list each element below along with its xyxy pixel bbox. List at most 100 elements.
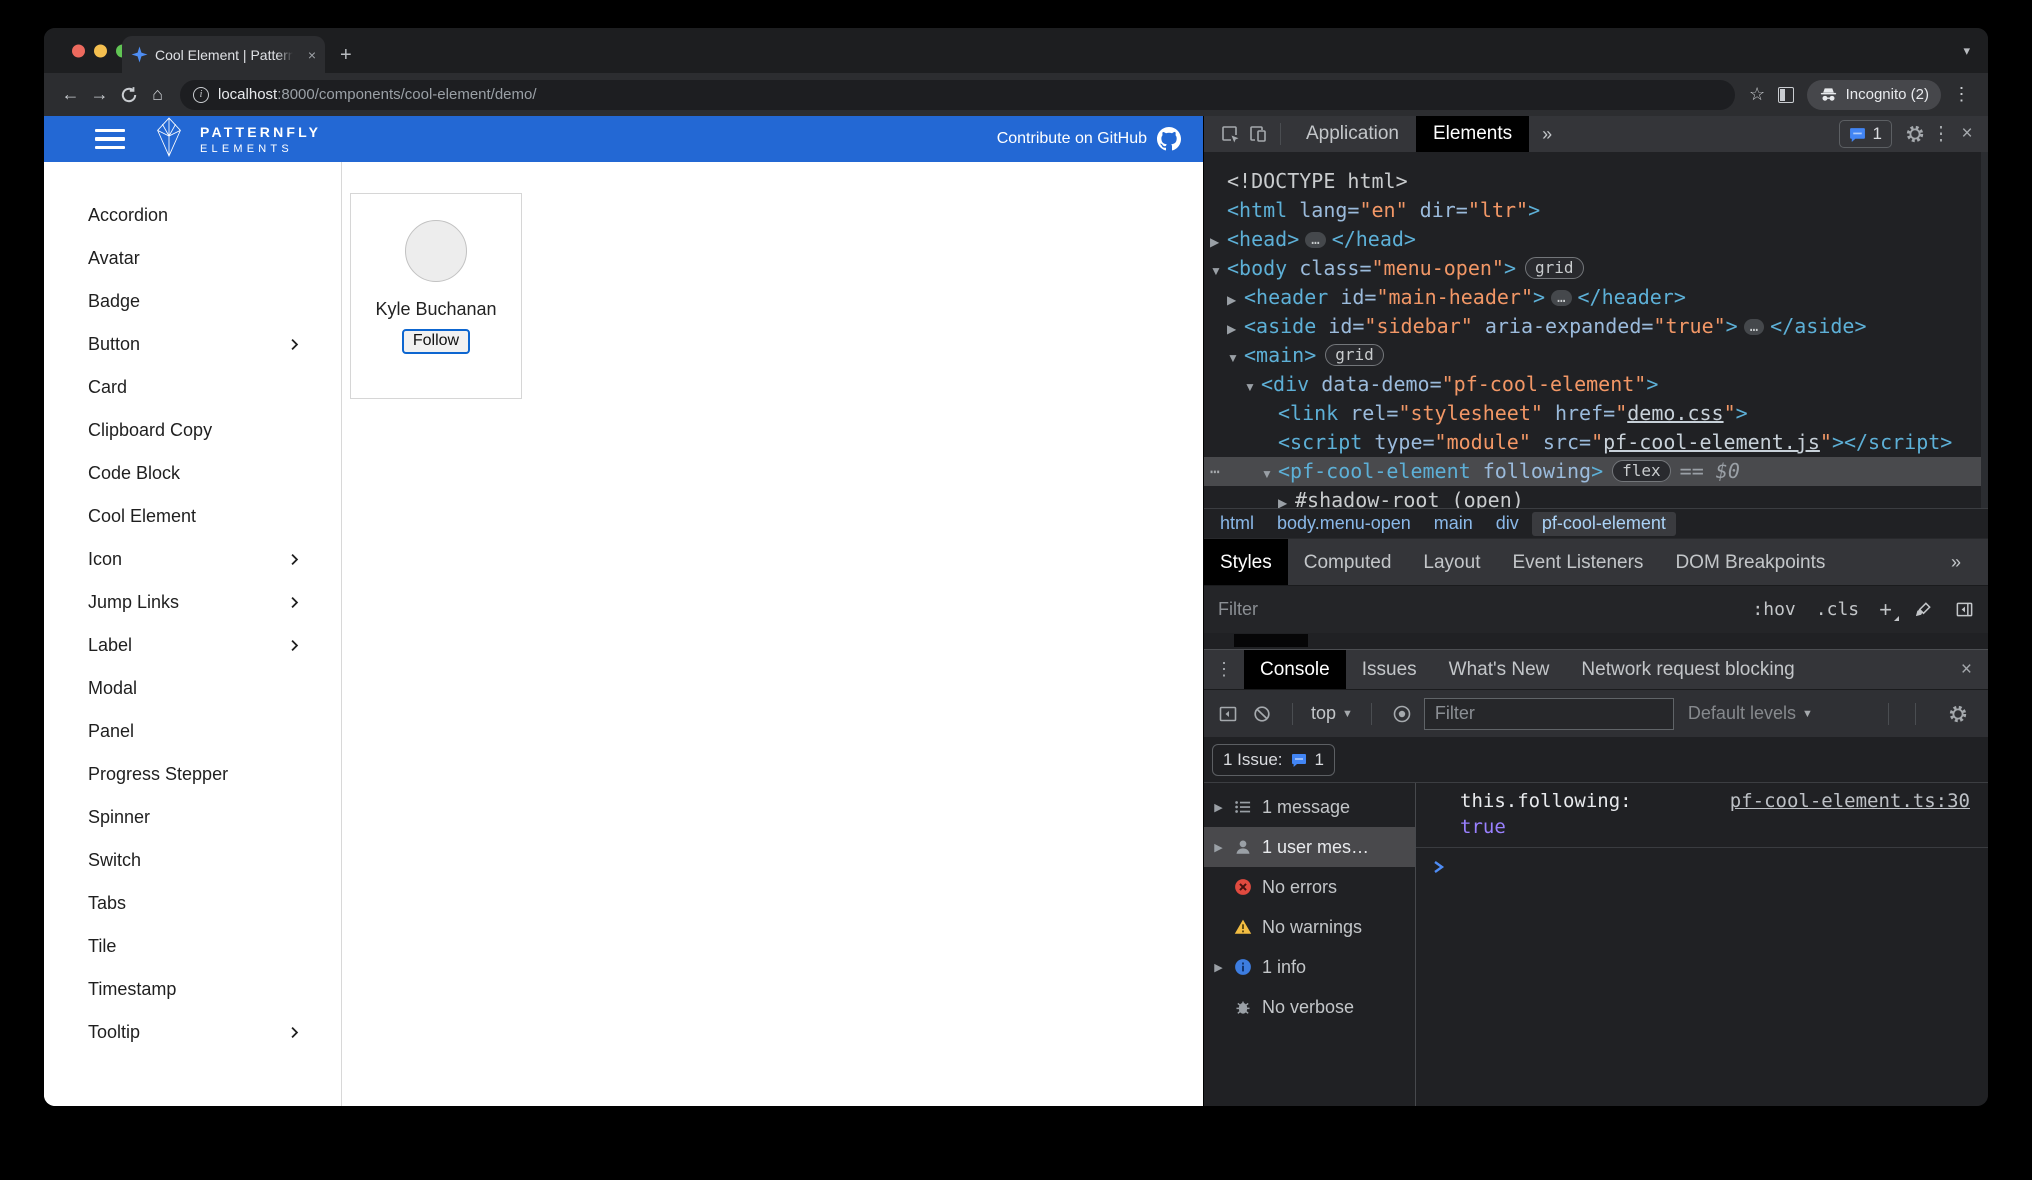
new-tab-button[interactable]: + xyxy=(340,45,352,65)
inspect-element-icon[interactable] xyxy=(1216,120,1244,148)
expand-arrow-icon[interactable]: ▶ xyxy=(1212,841,1225,854)
hamburger-menu-icon[interactable] xyxy=(95,128,125,150)
expand-arrow-icon[interactable]: ▶ xyxy=(1212,801,1225,814)
styles-tab-styles[interactable]: Styles xyxy=(1204,538,1288,586)
new-style-rule-button[interactable]: + xyxy=(1879,597,1899,623)
console-tab-issues[interactable]: Issues xyxy=(1346,650,1433,690)
devtools-tab-elements[interactable]: Elements xyxy=(1415,116,1530,152)
console-filter-1-info[interactable]: ▶ 1 info xyxy=(1204,947,1415,987)
console-filter-1-message[interactable]: ▶ 1 message xyxy=(1204,787,1415,827)
dom-tree-line[interactable]: <link rel="stylesheet" href="demo.css"> xyxy=(1204,399,1988,428)
dom-tree-line[interactable]: ▼ <div data-demo="pf-cool-element"> xyxy=(1204,370,1988,399)
sidebar-item-card[interactable]: Card xyxy=(44,366,341,409)
rendering-brush-icon[interactable] xyxy=(1914,600,1933,619)
sidebar-item-clipboard-copy[interactable]: Clipboard Copy xyxy=(44,409,341,452)
sidebar-item-tile[interactable]: Tile xyxy=(44,925,341,968)
bookmark-star-icon[interactable]: ☆ xyxy=(1743,80,1772,109)
sidebar-item-tooltip[interactable]: Tooltip xyxy=(44,1011,341,1054)
clear-console-icon[interactable] xyxy=(1250,705,1274,723)
address-bar[interactable]: i localhost:8000/components/cool-element… xyxy=(180,79,1735,110)
sidebar-item-jump-links[interactable]: Jump Links xyxy=(44,581,341,624)
layout-badge[interactable]: grid xyxy=(1525,257,1584,279)
resource-link[interactable]: pf-cool-element.js xyxy=(1603,430,1820,454)
browser-menu-kebab-icon[interactable]: ⋮ xyxy=(1947,80,1976,109)
console-filter-1-user-mes[interactable]: ▶ 1 user mes… xyxy=(1204,827,1415,867)
expand-arrow-icon[interactable]: ▶ xyxy=(1212,961,1225,974)
dom-tree-line[interactable]: <script type="module" src="pf-cool-eleme… xyxy=(1204,428,1988,457)
home-icon[interactable]: ⌂ xyxy=(143,80,172,109)
console-log-row[interactable]: this.following: true pf-cool-element.ts:… xyxy=(1416,783,1988,848)
devtools-close-icon[interactable]: × xyxy=(1954,123,1980,145)
breadcrumb-main[interactable]: main xyxy=(1424,512,1483,536)
console-kebab-menu-icon[interactable]: ⋮ xyxy=(1204,659,1244,680)
execution-context-selector[interactable]: top ▼ xyxy=(1311,703,1353,724)
breadcrumb-pf-cool-element[interactable]: pf-cool-element xyxy=(1531,511,1676,536)
dom-tree-line[interactable]: <!DOCTYPE html> xyxy=(1204,167,1988,196)
resource-link[interactable]: demo.css xyxy=(1627,401,1723,425)
collapse-arrow-icon[interactable]: ▼ xyxy=(1261,460,1278,489)
dom-tree-line[interactable]: ▶ #shadow-root (open) xyxy=(1204,486,1988,508)
expand-ellipsis-button[interactable]: … xyxy=(1551,290,1572,306)
dom-tree-line[interactable]: ▶ <header id="main-header"> … </header> xyxy=(1204,283,1988,312)
sidebar-item-label[interactable]: Label xyxy=(44,624,341,667)
sidebar-item-timestamp[interactable]: Timestamp xyxy=(44,968,341,1011)
styles-tab-dom-breakpoints[interactable]: DOM Breakpoints xyxy=(1659,539,1841,586)
device-toolbar-icon[interactable] xyxy=(1244,120,1272,148)
sidebar-item-code-block[interactable]: Code Block xyxy=(44,452,341,495)
log-source-link[interactable]: pf-cool-element.ts:30 xyxy=(1730,788,1970,814)
sidebar-item-cool-element[interactable]: Cool Element xyxy=(44,495,341,538)
devtools-kebab-menu-icon[interactable]: ⋮ xyxy=(1928,123,1954,146)
styles-tab-layout[interactable]: Layout xyxy=(1407,539,1496,586)
brand-wordmark[interactable]: PATTERNFLY ELEMENTS xyxy=(200,124,321,155)
sidebar-item-accordion[interactable]: Accordion xyxy=(44,194,341,237)
sidebar-item-tabs[interactable]: Tabs xyxy=(44,882,341,925)
devtools-settings-gear-icon[interactable] xyxy=(1902,124,1928,144)
browser-tab[interactable]: Cool Element | PatternFly Eleme × xyxy=(122,36,325,73)
layout-badge[interactable]: grid xyxy=(1325,344,1384,366)
tab-search-chevron-icon[interactable]: ▾ xyxy=(1963,43,1970,59)
expand-ellipsis-button[interactable]: … xyxy=(1305,232,1326,248)
follow-button[interactable]: Follow xyxy=(401,329,471,354)
collapse-arrow-icon[interactable]: ▼ xyxy=(1227,344,1244,373)
sidebar-item-progress-stepper[interactable]: Progress Stepper xyxy=(44,753,341,796)
console-filter-no-warnings[interactable]: No warnings xyxy=(1204,907,1415,947)
collapse-arrow-icon[interactable]: ▼ xyxy=(1244,373,1261,402)
dom-tree-line[interactable]: ▼ <main> grid xyxy=(1204,341,1988,370)
layout-badge[interactable]: flex xyxy=(1612,460,1671,482)
console-tab-network-request-blocking[interactable]: Network request blocking xyxy=(1565,650,1810,690)
console-tab-console[interactable]: Console xyxy=(1244,649,1346,690)
expand-arrow-icon[interactable]: ▶ xyxy=(1227,286,1244,315)
more-panels-icon[interactable]: » xyxy=(1529,124,1565,145)
site-info-icon[interactable]: i xyxy=(193,86,209,103)
sidebar-item-switch[interactable]: Switch xyxy=(44,839,341,882)
live-expression-eye-icon[interactable] xyxy=(1390,704,1414,724)
split-view-icon[interactable] xyxy=(1772,80,1801,109)
console-drawer-close-icon[interactable]: × xyxy=(1961,659,1972,681)
url-text[interactable]: localhost:8000/components/cool-element/d… xyxy=(218,86,537,103)
expand-arrow-icon[interactable]: ▶ xyxy=(1227,315,1244,344)
log-levels-dropdown[interactable]: Default levels ▼ xyxy=(1688,703,1813,724)
dom-tree-line[interactable]: ▶ <head> … </head> xyxy=(1204,225,1988,254)
expand-arrow-icon[interactable]: ▶ xyxy=(1210,228,1227,257)
back-icon[interactable]: ← xyxy=(56,80,85,109)
tab-close-icon[interactable]: × xyxy=(308,48,316,62)
reload-icon[interactable] xyxy=(114,80,143,109)
issues-summary-chip[interactable]: 1 Issue: 1 xyxy=(1212,743,1336,776)
sidebar-item-modal[interactable]: Modal xyxy=(44,667,341,710)
collapse-arrow-icon[interactable]: ▼ xyxy=(1210,257,1227,286)
sidebar-item-icon[interactable]: Icon xyxy=(44,538,341,581)
dom-tree-line[interactable]: ⋯ ▼ <pf-cool-element following> flex == $0 xyxy=(1204,457,1988,486)
patternfly-logo-icon[interactable] xyxy=(151,116,187,162)
sidebar-item-spinner[interactable]: Spinner xyxy=(44,796,341,839)
dock-styles-sidebar-icon[interactable] xyxy=(1955,600,1974,619)
styles-tab-computed[interactable]: Computed xyxy=(1288,539,1408,586)
close-window-button[interactable] xyxy=(72,44,85,57)
sidebar-item-button[interactable]: Button xyxy=(44,323,341,366)
minimize-window-button[interactable] xyxy=(94,44,107,57)
more-actions-icon[interactable]: ⋯ xyxy=(1210,457,1221,486)
breadcrumb-body-menu-open[interactable]: body.menu-open xyxy=(1267,512,1421,536)
console-filter-no-errors[interactable]: No errors xyxy=(1204,867,1415,907)
element-classes-toggle[interactable]: .cls xyxy=(1816,599,1859,620)
sidebar-item-badge[interactable]: Badge xyxy=(44,280,341,323)
styles-tab-event-listeners[interactable]: Event Listeners xyxy=(1496,539,1659,586)
